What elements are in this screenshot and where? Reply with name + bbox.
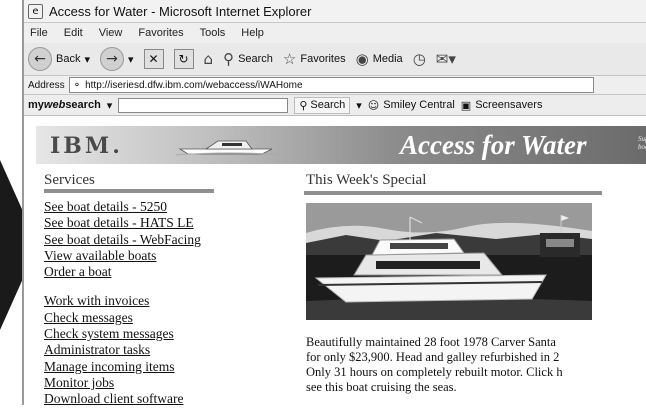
special-description: Beautifully maintained 28 foot 1978 Carv… bbox=[306, 335, 646, 395]
search-icon: ⚲ bbox=[223, 50, 235, 68]
media-label: Media bbox=[372, 53, 403, 65]
menu-favorites[interactable]: Favorites bbox=[138, 27, 183, 39]
media-icon: ◉ bbox=[355, 50, 369, 68]
address-input[interactable]: ⚬ http://iseriesd.dfw.ibm.com/webaccess/… bbox=[68, 77, 594, 93]
special-heading: This Week's Special bbox=[306, 172, 427, 188]
banner-subtitle: Supboat bbox=[638, 135, 646, 151]
monitor-icon: ▣ bbox=[460, 98, 472, 112]
ie-logo-icon: e bbox=[28, 3, 43, 19]
link-group-spacer bbox=[44, 280, 201, 293]
home-icon[interactable]: ⌂ bbox=[204, 50, 214, 68]
back-button[interactable]: ← Back ▾ bbox=[28, 47, 90, 71]
smiley-label: Smiley Central bbox=[383, 99, 455, 111]
menu-edit[interactable]: Edit bbox=[64, 27, 83, 39]
link-manage-incoming-items[interactable]: Manage incoming items bbox=[44, 359, 201, 375]
forward-button[interactable]: → ▾ bbox=[100, 47, 134, 71]
web-search-button[interactable]: ⚲ Search bbox=[294, 96, 351, 114]
forward-dropdown-icon[interactable]: ▾ bbox=[128, 53, 134, 66]
smiley-icon: ☺ bbox=[367, 98, 380, 112]
description-line: Only 31 hours on completely rebuilt moto… bbox=[306, 365, 563, 379]
stop-icon[interactable]: ✕ bbox=[143, 49, 164, 69]
back-label: Back bbox=[56, 53, 81, 65]
refresh-icon[interactable]: ↻ bbox=[173, 49, 194, 69]
link-boat-details-hats[interactable]: See boat details - HATS LE bbox=[44, 215, 201, 231]
services-heading: Services bbox=[44, 172, 95, 188]
description-line: Beautifully maintained 28 foot 1978 Carv… bbox=[306, 335, 556, 349]
link-order-boat[interactable]: Order a boat bbox=[44, 264, 201, 280]
favorites-button[interactable]: ☆ Favorites bbox=[283, 50, 346, 68]
description-line: see this boat cruising the seas. bbox=[306, 380, 457, 394]
screensavers-button[interactable]: ▣ Screensavers bbox=[461, 99, 543, 112]
mywebsearch-toolbar: mywebsearch ▾ ⚲ Search ▾ ☺ Smiley Centra… bbox=[24, 95, 646, 116]
link-view-available-boats[interactable]: View available boats bbox=[44, 248, 201, 264]
link-monitor-jobs[interactable]: Monitor jobs bbox=[44, 375, 201, 391]
menu-view[interactable]: View bbox=[99, 27, 123, 39]
page-icon: ⚬ bbox=[72, 79, 82, 91]
star-icon: ☆ bbox=[282, 50, 297, 68]
link-administrator-tasks[interactable]: Administrator tasks bbox=[44, 342, 201, 358]
search-dropdown-icon[interactable]: ▾ bbox=[356, 99, 362, 112]
mail-icon[interactable]: ✉▾ bbox=[436, 50, 456, 68]
screensavers-label: Screensavers bbox=[475, 99, 543, 111]
services-links: See boat details - 5250 See boat details… bbox=[44, 199, 201, 408]
media-button[interactable]: ◉ Media bbox=[356, 50, 403, 68]
title-bar: e Access for Water - Microsoft Internet … bbox=[24, 0, 646, 23]
history-icon[interactable]: ◷ bbox=[413, 50, 426, 68]
menu-tools[interactable]: Tools bbox=[200, 27, 226, 39]
banner-boat-image bbox=[176, 140, 286, 156]
menu-file[interactable]: File bbox=[30, 27, 48, 39]
link-download-client-software[interactable]: Download client software bbox=[44, 391, 201, 407]
address-bar: Address ⚬ http://iseriesd.dfw.ibm.com/we… bbox=[24, 76, 646, 95]
search-icon: ⚲ bbox=[299, 98, 308, 112]
page-banner: IBM. Access for Water Supboat bbox=[36, 126, 646, 164]
menu-help[interactable]: Help bbox=[241, 27, 264, 39]
mywebsearch-logo: mywebsearch bbox=[28, 99, 101, 111]
search-label: Search bbox=[238, 53, 273, 65]
link-work-with-invoices[interactable]: Work with invoices bbox=[44, 293, 201, 309]
link-boat-details-5250[interactable]: See boat details - 5250 bbox=[44, 199, 201, 215]
search-button[interactable]: ⚲ Search bbox=[223, 50, 273, 68]
banner-title: Access for Water bbox=[400, 130, 587, 160]
smiley-central-button[interactable]: ☺ Smiley Central bbox=[368, 99, 455, 112]
services-divider bbox=[44, 189, 214, 193]
web-search-label: Search bbox=[310, 99, 346, 111]
link-check-messages[interactable]: Check messages bbox=[44, 310, 201, 326]
forward-arrow-icon: → bbox=[100, 47, 124, 71]
window-title: Access for Water - Microsoft Internet Ex… bbox=[49, 3, 312, 19]
special-boat-photo[interactable] bbox=[306, 203, 592, 320]
brand-dropdown-icon[interactable]: ▾ bbox=[107, 99, 113, 112]
back-dropdown-icon[interactable]: ▾ bbox=[84, 53, 90, 66]
link-check-system-messages[interactable]: Check system messages bbox=[44, 326, 201, 342]
menu-bar: File Edit View Favorites Tools Help bbox=[24, 23, 646, 43]
ibm-logo: IBM. bbox=[50, 133, 123, 159]
web-search-input[interactable] bbox=[118, 97, 289, 113]
standard-toolbar: ← Back ▾ → ▾ ✕ ↻ ⌂ ⚲ Search ☆ Favorites … bbox=[24, 43, 646, 76]
link-boat-details-webfacing[interactable]: See boat details - WebFacing bbox=[44, 232, 201, 248]
special-divider bbox=[304, 191, 602, 195]
favorites-label: Favorites bbox=[300, 53, 346, 65]
browser-window: e Access for Water - Microsoft Internet … bbox=[22, 0, 646, 408]
description-line: for only $23,900. Head and galley refurb… bbox=[306, 350, 560, 364]
address-url: http://iseriesd.dfw.ibm.com/webaccess/iW… bbox=[85, 79, 303, 91]
back-arrow-icon: ← bbox=[28, 47, 52, 71]
address-label: Address bbox=[28, 79, 65, 91]
